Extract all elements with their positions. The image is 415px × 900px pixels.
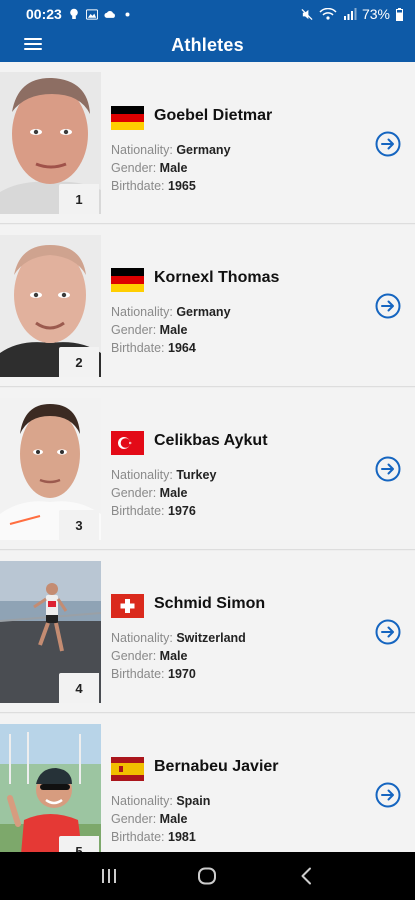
flag-spain-icon bbox=[111, 757, 144, 781]
gender-label: Gender: bbox=[111, 486, 157, 500]
athlete-details: Nationality: Switzerland Gender: Male Bi… bbox=[111, 629, 246, 683]
athlete-photo: 3 bbox=[0, 398, 101, 540]
home-icon[interactable] bbox=[187, 861, 227, 891]
athlete-details: Nationality: Germany Gender: Male Birthd… bbox=[111, 303, 231, 357]
arrow-right-circle-icon[interactable] bbox=[375, 619, 401, 645]
wifi-icon bbox=[318, 8, 338, 20]
athlete-row[interactable]: 4 Schmid Simon Nationality: Switzerland … bbox=[0, 551, 415, 713]
recent-apps-icon[interactable] bbox=[89, 861, 129, 891]
rank-badge: 3 bbox=[59, 510, 99, 540]
rank-badge: 1 bbox=[59, 184, 99, 214]
back-icon[interactable] bbox=[286, 861, 326, 891]
athlete-name: Kornexl Thomas bbox=[154, 269, 280, 286]
birthdate-value: 1981 bbox=[168, 830, 196, 844]
gender-label: Gender: bbox=[111, 161, 157, 175]
nationality-value: Spain bbox=[176, 794, 211, 808]
athlete-photo: 1 bbox=[0, 72, 101, 214]
gender-value: Male bbox=[159, 323, 188, 337]
arrow-right-circle-icon[interactable] bbox=[375, 131, 401, 157]
battery-percent: 73% bbox=[361, 6, 390, 22]
cloud-icon bbox=[104, 8, 116, 20]
gender-value: Male bbox=[159, 161, 188, 175]
athlete-name: Celikbas Aykut bbox=[154, 432, 268, 449]
nationality-value: Turkey bbox=[176, 468, 217, 482]
nationality-label: Nationality: bbox=[111, 631, 173, 645]
athlete-photo: 2 bbox=[0, 235, 101, 377]
athlete-row[interactable]: 5 Bernabeu Javier Nationality: Spain Gen… bbox=[0, 714, 415, 852]
nationality-label: Nationality: bbox=[111, 305, 173, 319]
athlete-row[interactable]: 2 Kornexl Thomas Nationality: Germany Ge… bbox=[0, 225, 415, 387]
athlete-list: 1 Goebel Dietmar Nationality: Germany Ge… bbox=[0, 62, 415, 852]
birthdate-label: Birthdate: bbox=[111, 179, 165, 193]
birthdate-label: Birthdate: bbox=[111, 341, 165, 355]
app-bar: Athletes bbox=[0, 28, 415, 62]
gender-value: Male bbox=[159, 649, 188, 663]
mute-icon bbox=[301, 8, 313, 20]
athlete-photo: 4 bbox=[0, 561, 101, 703]
athlete-details: Nationality: Germany Gender: Male Birthd… bbox=[111, 141, 231, 195]
birthdate-value: 1970 bbox=[168, 667, 196, 681]
athlete-name: Schmid Simon bbox=[154, 595, 266, 612]
gender-value: Male bbox=[159, 812, 188, 826]
birthdate-value: 1976 bbox=[168, 504, 196, 518]
arrow-right-circle-icon[interactable] bbox=[375, 782, 401, 808]
athlete-details: Nationality: Spain Gender: Male Birthdat… bbox=[111, 792, 210, 846]
signal-icon bbox=[343, 8, 357, 20]
gender-label: Gender: bbox=[111, 649, 157, 663]
nationality-label: Nationality: bbox=[111, 794, 173, 808]
birthdate-value: 1964 bbox=[168, 341, 196, 355]
birthdate-label: Birthdate: bbox=[111, 830, 165, 844]
dot-icon bbox=[122, 8, 134, 20]
athlete-name: Bernabeu Javier bbox=[154, 758, 279, 775]
rank-badge: 5 bbox=[59, 836, 99, 852]
flag-turkey-icon bbox=[111, 431, 144, 455]
athlete-row[interactable]: 3 Celikbas Aykut Nationality: Turkey Gen… bbox=[0, 388, 415, 550]
flag-germany-icon bbox=[111, 268, 144, 292]
rank-badge: 2 bbox=[59, 347, 99, 377]
page-title: Athletes bbox=[171, 34, 244, 55]
gender-label: Gender: bbox=[111, 812, 157, 826]
arrow-right-circle-icon[interactable] bbox=[375, 456, 401, 482]
birthdate-label: Birthdate: bbox=[111, 667, 165, 681]
athlete-details: Nationality: Turkey Gender: Male Birthda… bbox=[111, 466, 216, 520]
nationality-label: Nationality: bbox=[111, 468, 173, 482]
nationality-label: Nationality: bbox=[111, 143, 173, 157]
status-time: 00:23 bbox=[26, 6, 62, 22]
hamburger-menu-icon[interactable] bbox=[24, 35, 42, 53]
birthdate-value: 1965 bbox=[168, 179, 196, 193]
gender-value: Male bbox=[159, 486, 188, 500]
status-bar: 00:23 73% bbox=[0, 0, 415, 28]
athlete-photo: 5 bbox=[0, 724, 101, 852]
nationality-value: Germany bbox=[176, 143, 231, 157]
arrow-right-circle-icon[interactable] bbox=[375, 293, 401, 319]
gender-label: Gender: bbox=[111, 323, 157, 337]
athlete-name: Goebel Dietmar bbox=[154, 107, 273, 124]
flag-switzerland-icon bbox=[111, 594, 144, 618]
nationality-value: Switzerland bbox=[176, 631, 246, 645]
flag-germany-icon bbox=[111, 106, 144, 130]
rank-badge: 4 bbox=[59, 673, 99, 703]
nationality-value: Germany bbox=[176, 305, 231, 319]
image-icon bbox=[85, 8, 98, 20]
system-nav-bar bbox=[0, 852, 415, 900]
battery-icon bbox=[395, 7, 403, 21]
lightbulb-icon bbox=[68, 8, 80, 20]
birthdate-label: Birthdate: bbox=[111, 504, 165, 518]
athlete-row[interactable]: 1 Goebel Dietmar Nationality: Germany Ge… bbox=[0, 62, 415, 224]
